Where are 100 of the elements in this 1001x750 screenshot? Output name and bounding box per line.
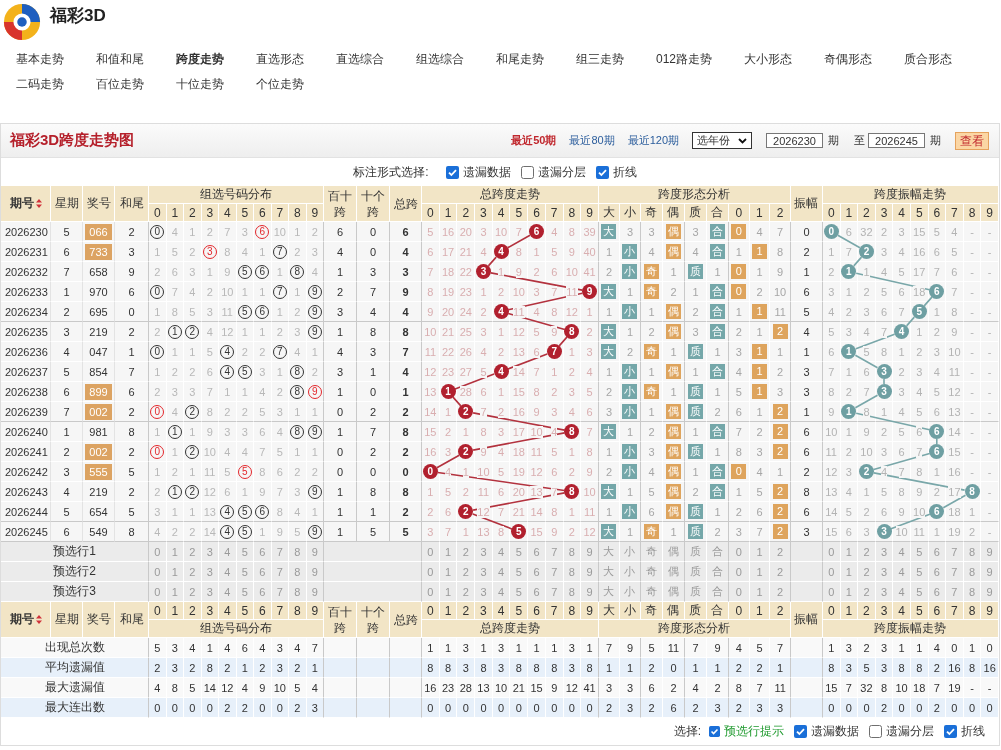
preselect-option[interactable]: 2 [770,562,791,582]
preselect-option[interactable]: 9 [581,542,599,562]
preselect-option[interactable]: 2 [457,582,476,602]
preselect-option[interactable]: 0 [149,582,167,602]
preselect-option[interactable]: 0 [728,542,750,562]
preselect-option[interactable]: 7 [946,562,964,582]
preselect-option[interactable]: 小 [619,542,641,562]
period-field[interactable]: 2026245 [868,133,925,148]
checkbox[interactable] [794,725,807,738]
preselect-option[interactable]: 合 [706,562,729,582]
preselect-option[interactable]: 4 [219,542,237,562]
checkbox[interactable] [709,726,720,737]
preselect-option[interactable]: 4 [893,542,911,562]
preselect-option[interactable]: 质 [684,542,707,562]
nav-link[interactable]: 跨度走势 [176,47,224,72]
nav-link[interactable]: 十位走势 [176,72,224,97]
nav-link[interactable]: 二码走势 [16,72,64,97]
preselect-option[interactable]: 4 [219,582,237,602]
range-link[interactable]: 最近80期 [569,133,615,148]
preselect-option[interactable]: 质 [684,562,707,582]
nav-link[interactable]: 和尾走势 [496,47,544,72]
preselect-option[interactable]: 合 [706,582,729,602]
preselect-option[interactable]: 0 [422,562,440,582]
nav-link[interactable]: 直选形态 [256,47,304,72]
checkbox-label[interactable]: 预选行提示 [724,723,784,740]
preselect-option[interactable]: 5 [510,542,529,562]
range-link[interactable]: 最近50期 [511,133,557,148]
preselect-option[interactable]: 4 [893,562,911,582]
nav-link[interactable]: 组三走势 [576,47,624,72]
view-button[interactable]: 查看 [955,131,989,150]
preselect-option[interactable]: 2 [770,582,791,602]
nav-link[interactable]: 大小形态 [744,47,793,72]
preselect-option[interactable]: 3 [475,582,493,602]
sort-icon[interactable] [35,199,42,208]
checkbox[interactable] [944,725,957,738]
year-select[interactable]: 选年份 [692,132,752,149]
preselect-option[interactable]: 8 [289,562,307,582]
preselect-option[interactable]: 5 [510,562,529,582]
preselect-option[interactable]: 5 [510,582,529,602]
preselect-option[interactable]: 4 [219,562,237,582]
preselect-option[interactable]: 奇 [640,542,663,562]
preselect-option[interactable]: 2 [457,562,476,582]
preselect-option[interactable]: 9 [581,562,599,582]
preselect-option[interactable]: 9 [981,542,999,562]
preselect-option[interactable]: 小 [619,562,641,582]
preselect-option[interactable]: 大 [598,542,620,562]
preselect-option[interactable]: 偶 [662,562,685,582]
preselect-option[interactable]: 1 [749,562,771,582]
preselect-option[interactable]: 2 [858,582,876,602]
nav-link[interactable]: 直选综合 [336,47,384,72]
preselect-option[interactable]: 合 [706,542,729,562]
preselect-option[interactable]: 2 [858,562,876,582]
preselect-option[interactable]: 3 [475,542,493,562]
preselect-option[interactable]: 0 [149,562,167,582]
preselect-option[interactable]: 9 [981,582,999,602]
preselect-option[interactable]: 6 [254,562,272,582]
preselect-option[interactable]: 3 [475,562,493,582]
preselect-option[interactable]: 6 [528,542,546,562]
preselect-option[interactable]: 2 [457,542,476,562]
preselect-option[interactable]: 偶 [662,542,685,562]
preselect-option[interactable]: 2 [184,562,202,582]
period-field[interactable]: 2026230 [766,133,823,148]
preselect-option[interactable]: 小 [619,582,641,602]
nav-link[interactable]: 和值和尾 [96,47,144,72]
nav-link[interactable]: 质合形态 [904,47,953,72]
preselect-option[interactable]: 质 [684,582,707,602]
preselect-option[interactable]: 0 [422,542,440,562]
nav-link[interactable]: 奇偶形态 [824,47,873,72]
preselect-option[interactable]: 8 [289,542,307,562]
checkbox[interactable] [869,725,882,738]
preselect-option[interactable]: 6 [528,562,546,582]
nav-link[interactable]: 基本走势 [16,47,64,72]
preselect-option[interactable]: 7 [946,582,964,602]
preselect-option[interactable]: 大 [598,582,620,602]
checkbox-label[interactable]: 折线 [612,163,637,181]
preselect-option[interactable]: 7 [946,542,964,562]
preselect-option[interactable]: 1 [749,542,771,562]
checkbox-label[interactable]: 折线 [961,723,985,740]
preselect-option[interactable]: 0 [149,542,167,562]
preselect-option[interactable]: 6 [254,542,272,562]
preselect-option[interactable]: 奇 [640,582,663,602]
preselect-option[interactable]: 大 [598,562,620,582]
preselect-option[interactable]: 1 [749,582,771,602]
checkbox[interactable] [595,165,609,179]
checkbox[interactable] [520,165,534,179]
preselect-option[interactable]: 2 [770,542,791,562]
nav-link[interactable]: 个位走势 [256,72,304,97]
checkbox-label[interactable]: 遗漏分层 [537,163,586,181]
preselect-option[interactable]: 6 [528,582,546,602]
preselect-option[interactable]: 2 [184,542,202,562]
checkbox-label[interactable]: 遗漏数据 [462,163,511,181]
preselect-option[interactable]: 2 [858,542,876,562]
preselect-option[interactable]: 0 [422,582,440,602]
preselect-option[interactable]: 9 [981,562,999,582]
nav-link[interactable]: 组选综合 [416,47,464,72]
nav-link[interactable]: 012路走势 [656,47,713,72]
preselect-option[interactable]: 0 [728,562,750,582]
checkbox-label[interactable]: 遗漏分层 [886,723,934,740]
preselect-option[interactable]: 4 [893,582,911,602]
preselect-option[interactable]: 8 [289,582,307,602]
